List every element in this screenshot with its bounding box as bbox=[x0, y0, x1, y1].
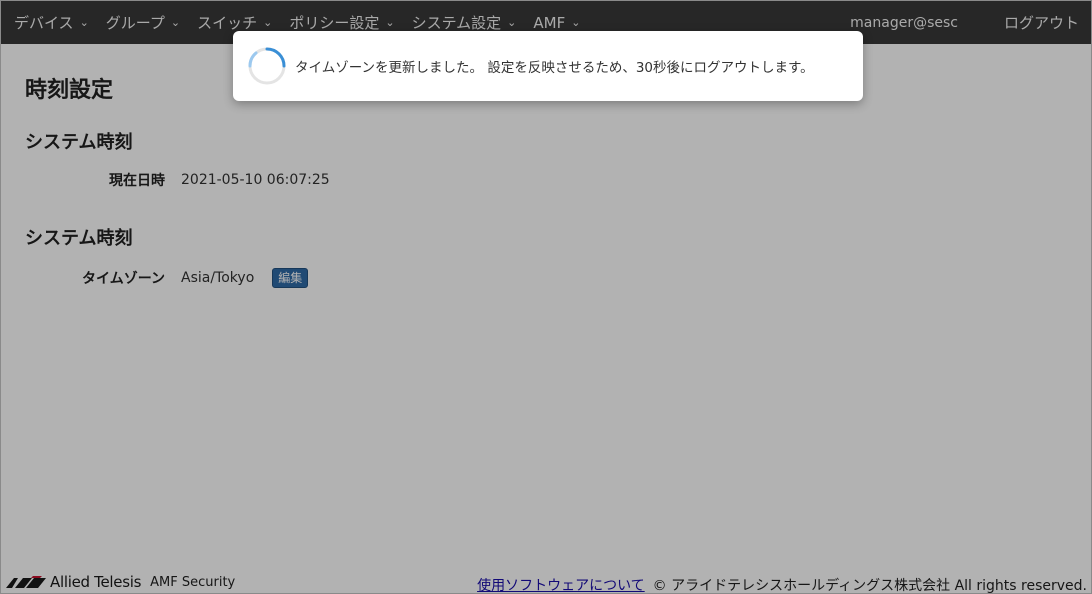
notification-message: タイムゾーンを更新しました。 設定を反映させるため、30秒後にログアウトします。 bbox=[295, 60, 814, 76]
loading-spinner-icon bbox=[248, 47, 286, 85]
logout-notification: タイムゾーンを更新しました。 設定を反映させるため、30秒後にログアウトします。 bbox=[233, 31, 863, 101]
app-window: デバイス ⌄ グループ ⌄ スイッチ ⌄ ポリシー設定 ⌄ システム設定 ⌄ A… bbox=[0, 0, 1092, 594]
